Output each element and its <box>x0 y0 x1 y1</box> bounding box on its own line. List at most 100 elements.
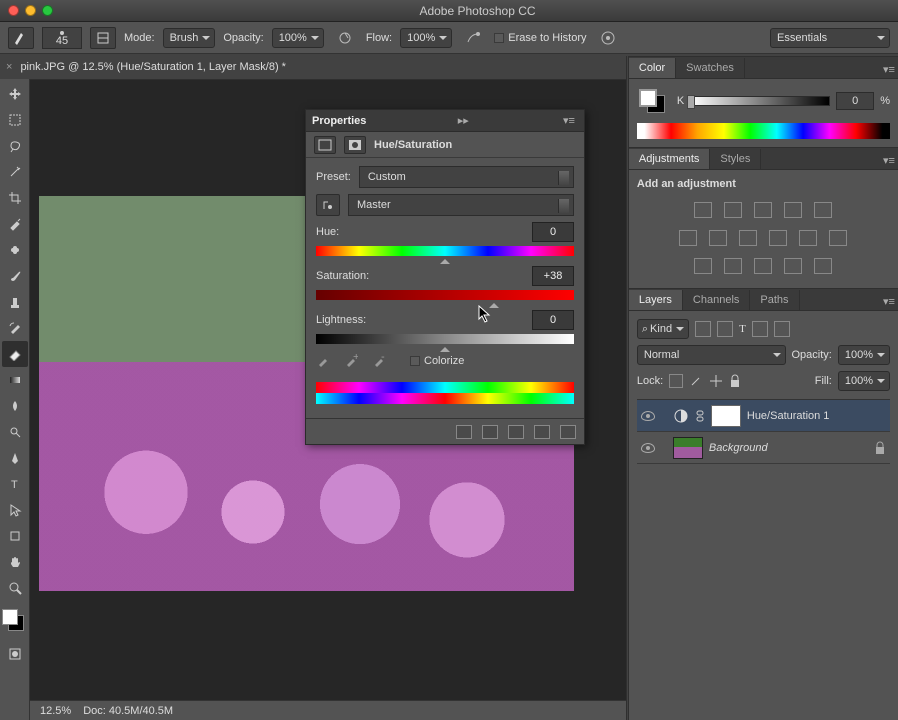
tab-close-icon[interactable]: × <box>6 61 12 73</box>
eyedropper-add-icon[interactable] <box>316 354 330 368</box>
marquee-tool[interactable] <box>2 107 28 133</box>
blend-mode-dropdown[interactable]: Normal <box>637 345 786 365</box>
pressure-size-icon[interactable] <box>595 27 621 49</box>
selective-color-adj-icon[interactable] <box>814 258 832 274</box>
eraser-tool[interactable] <box>2 341 28 367</box>
layer-thumb[interactable] <box>673 437 703 459</box>
filter-adjust-icon[interactable] <box>717 321 733 337</box>
fill-dropdown[interactable]: 100% <box>838 371 890 391</box>
tab-color[interactable]: Color <box>629 58 676 78</box>
dodge-tool[interactable] <box>2 419 28 445</box>
brightness-adj-icon[interactable] <box>694 202 712 218</box>
panel-color-swatches[interactable] <box>637 87 669 115</box>
k-slider[interactable] <box>690 96 830 106</box>
doc-size-readout[interactable]: Doc: 40.5M/40.5M <box>83 705 173 717</box>
layer-opacity-dropdown[interactable]: 100% <box>838 345 890 365</box>
saturation-slider[interactable] <box>316 290 574 300</box>
panel-collapse-icon[interactable]: ▸▸ <box>458 114 469 127</box>
filter-shape-icon[interactable] <box>752 321 768 337</box>
layer-filter-dropdown[interactable]: ⌕Kind <box>637 319 689 339</box>
eyedropper-tool[interactable] <box>2 211 28 237</box>
channel-mixer-adj-icon[interactable] <box>799 230 817 246</box>
shape-tool[interactable] <box>2 523 28 549</box>
filter-pixel-icon[interactable] <box>695 321 711 337</box>
exposure-adj-icon[interactable] <box>784 202 802 218</box>
zoom-window-button[interactable] <box>42 5 53 16</box>
adjustment-icon[interactable] <box>314 136 336 154</box>
color-spectrum[interactable] <box>637 123 890 139</box>
panel-menu-icon[interactable]: ▾≡ <box>880 60 898 78</box>
lock-position-icon[interactable] <box>709 374 723 388</box>
pen-tool[interactable] <box>2 445 28 471</box>
hue-adj-icon[interactable] <box>679 230 697 246</box>
saturation-input[interactable]: +38 <box>532 266 574 286</box>
tab-styles[interactable]: Styles <box>710 149 761 169</box>
hue-slider[interactable] <box>316 246 574 256</box>
tab-layers[interactable]: Layers <box>629 290 683 310</box>
panel-menu-icon[interactable]: ▾≡ <box>880 292 898 310</box>
airbrush-icon[interactable] <box>460 27 486 49</box>
history-brush-tool[interactable] <box>2 315 28 341</box>
opacity-pressure-icon[interactable] <box>332 27 358 49</box>
trash-icon[interactable] <box>560 425 576 439</box>
eyedropper-plus-icon[interactable]: + <box>344 354 358 368</box>
mask-icon[interactable] <box>344 136 366 154</box>
lock-all-icon[interactable] <box>729 374 741 388</box>
panel-menu-icon[interactable]: ▾≡ <box>880 151 898 169</box>
zoom-readout[interactable]: 12.5% <box>40 705 71 717</box>
tab-paths[interactable]: Paths <box>750 290 799 310</box>
brush-tool[interactable] <box>2 263 28 289</box>
blur-tool[interactable] <box>2 393 28 419</box>
vibrance-adj-icon[interactable] <box>814 202 832 218</box>
hand-tool[interactable] <box>2 549 28 575</box>
lightness-input[interactable]: 0 <box>532 310 574 330</box>
colorbalance-adj-icon[interactable] <box>709 230 727 246</box>
threshold-adj-icon[interactable] <box>754 258 772 274</box>
levels-adj-icon[interactable] <box>724 202 742 218</box>
layer-mask-thumb[interactable] <box>711 405 741 427</box>
brush-size-picker[interactable]: 45 <box>42 27 82 49</box>
color-lookup-adj-icon[interactable] <box>829 230 847 246</box>
filter-type-icon[interactable]: T <box>739 323 746 335</box>
link-icon[interactable] <box>695 409 705 423</box>
tab-adjustments[interactable]: Adjustments <box>629 149 711 169</box>
layer-name[interactable]: Hue/Saturation 1 <box>747 410 830 422</box>
layer-name[interactable]: Background <box>709 442 768 454</box>
gradient-map-adj-icon[interactable] <box>784 258 802 274</box>
clip-to-layer-icon[interactable] <box>456 425 472 439</box>
layer-row[interactable]: Background <box>637 432 890 464</box>
quickmask-toggle[interactable] <box>2 641 28 667</box>
gradient-tool[interactable] <box>2 367 28 393</box>
invert-adj-icon[interactable] <box>694 258 712 274</box>
flow-dropdown[interactable]: 100% <box>400 28 452 48</box>
reset-icon[interactable] <box>508 425 524 439</box>
minimize-window-button[interactable] <box>25 5 36 16</box>
posterize-adj-icon[interactable] <box>724 258 742 274</box>
lock-trans-icon[interactable] <box>669 374 683 388</box>
hue-range-strip[interactable] <box>316 382 574 406</box>
panel-menu-icon[interactable]: ▾≡ <box>560 112 578 130</box>
curves-adj-icon[interactable] <box>754 202 772 218</box>
tab-channels[interactable]: Channels <box>683 290 750 310</box>
filter-smart-icon[interactable] <box>774 321 790 337</box>
color-swatches[interactable] <box>0 605 30 641</box>
view-previous-icon[interactable] <box>482 425 498 439</box>
close-window-button[interactable] <box>8 5 19 16</box>
path-select-tool[interactable] <box>2 497 28 523</box>
erase-history-checkbox[interactable]: Erase to History <box>494 32 586 44</box>
visibility-icon[interactable] <box>534 425 550 439</box>
lightness-slider[interactable] <box>316 334 574 344</box>
zoom-tool[interactable] <box>2 575 28 601</box>
targeted-adjust-icon[interactable] <box>316 194 340 216</box>
layer-row[interactable]: Hue/Saturation 1 <box>637 400 890 432</box>
tab-swatches[interactable]: Swatches <box>676 58 745 78</box>
lock-image-icon[interactable] <box>689 374 703 388</box>
photo-filter-adj-icon[interactable] <box>769 230 787 246</box>
heal-tool[interactable] <box>2 237 28 263</box>
tool-preset-picker[interactable] <box>8 27 34 49</box>
channel-dropdown[interactable]: Master <box>348 194 574 216</box>
hue-input[interactable]: 0 <box>532 222 574 242</box>
move-tool[interactable] <box>2 81 28 107</box>
type-tool[interactable]: T <box>2 471 28 497</box>
eyedropper-minus-icon[interactable]: - <box>372 354 386 368</box>
